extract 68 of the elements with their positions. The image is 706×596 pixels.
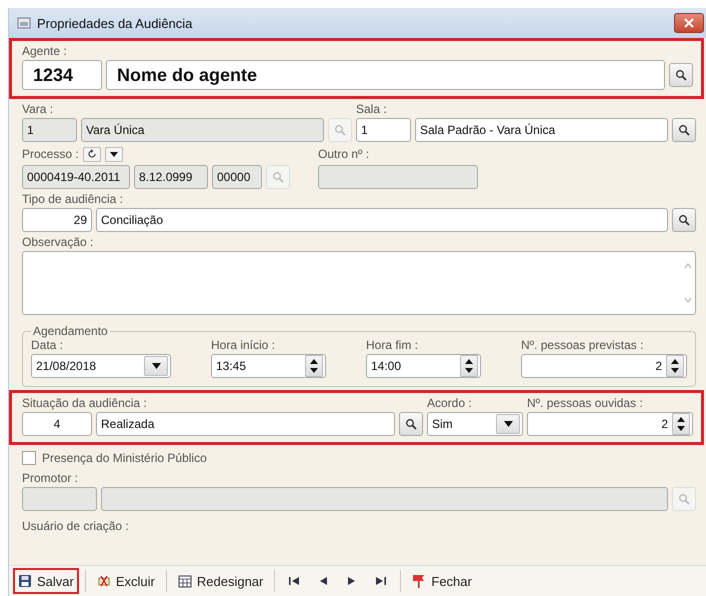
input-field[interactable]: 29 [22, 208, 92, 232]
group-title: Agendamento [32, 324, 109, 338]
field-label: Hora fim : [366, 338, 420, 352]
window-title: Propriedades da Audiência [37, 16, 194, 30]
dropdown[interactable]: Sim [427, 412, 523, 436]
field-label: Tipo de audiência : [22, 192, 124, 206]
spinner-arrows-icon [465, 358, 473, 374]
field-label: Situação da audiência : [22, 396, 148, 410]
field-label: Outro nº : [318, 147, 370, 161]
flag-icon [412, 574, 426, 588]
input-field[interactable]: 1 [356, 118, 411, 142]
close-button[interactable] [674, 13, 704, 33]
search-icon [405, 418, 417, 430]
caret-icon [108, 150, 119, 158]
number-spinner[interactable]: 2 [521, 354, 687, 378]
caret-icon [152, 363, 160, 369]
refresh-icon [86, 149, 97, 159]
close-icon [684, 18, 694, 28]
number-spinner[interactable]: 2 [527, 412, 693, 436]
reschedule-button[interactable]: Redesignar [172, 568, 268, 594]
field-label: Sala : [356, 102, 388, 116]
close-button[interactable]: Fechar [407, 568, 477, 594]
date-dropdown[interactable]: 21/08/2018 [31, 354, 171, 378]
search-button[interactable] [399, 412, 423, 436]
search-icon [272, 171, 284, 183]
input-field[interactable]: Sala Padrão - Vara Única [415, 118, 668, 142]
checkbox[interactable] [22, 451, 36, 465]
time-spinner[interactable]: 14:00 [366, 354, 481, 378]
field-label: Hora início : [211, 338, 276, 352]
input-field[interactable]: 4 [22, 412, 92, 436]
window-icon [17, 16, 31, 30]
field-label: Data : [31, 338, 64, 352]
scrollbar-arrows-icon[interactable] [684, 261, 692, 305]
skip-back-icon [288, 576, 300, 586]
field-label: Nº. pessoas ouvidas : [527, 396, 644, 410]
search-button[interactable] [672, 118, 696, 142]
delete-icon [96, 574, 111, 588]
input-field[interactable]: Nome do agente [106, 60, 665, 90]
search-icon [678, 214, 690, 226]
input-field[interactable]: Conciliação [96, 208, 668, 232]
field-label: Promotor : [22, 471, 80, 485]
caret-icon [504, 421, 512, 427]
input-field[interactable]: 1234 [22, 60, 102, 90]
skip-forward-icon [375, 576, 388, 586]
calendar-icon [178, 574, 192, 588]
field-label: Usuário de criação : [22, 519, 129, 533]
spinner-arrows-icon [677, 416, 685, 432]
search-icon [334, 124, 346, 136]
search-button[interactable] [672, 208, 696, 232]
delete-button[interactable]: Excluir [92, 568, 160, 594]
spinner-arrows-icon [671, 358, 679, 374]
input-field[interactable]: Realizada [96, 412, 395, 436]
time-spinner[interactable]: 13:45 [211, 354, 326, 378]
search-icon [678, 124, 690, 136]
dropdown-button[interactable] [104, 146, 123, 162]
refresh-button[interactable] [82, 146, 101, 162]
search-button[interactable] [669, 63, 693, 87]
field-label: Nº. pessoas previstas : [521, 338, 644, 352]
field-label: Agente : [22, 44, 68, 58]
field-label: Observação : [22, 235, 94, 249]
search-icon [678, 493, 690, 505]
search-icon [675, 69, 687, 81]
field-label: Acordo : [427, 396, 473, 410]
checkbox-label: Presença do Ministério Público [42, 451, 207, 465]
field-label: Processo : [22, 147, 79, 161]
save-button[interactable]: Salvar [13, 568, 79, 594]
field-label: Vara : [22, 102, 54, 116]
spinner-arrows-icon [310, 358, 318, 374]
